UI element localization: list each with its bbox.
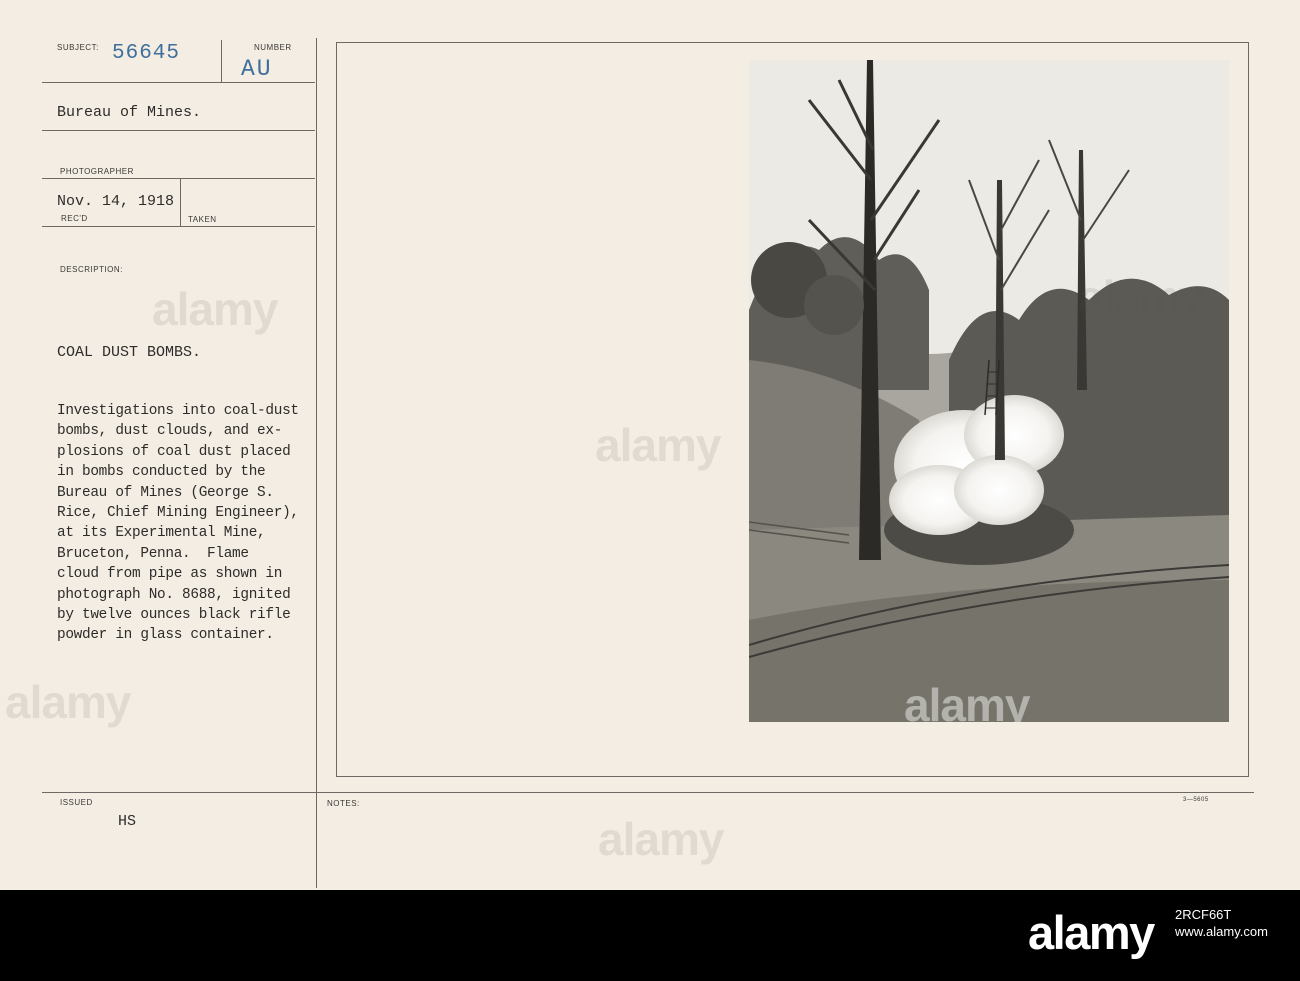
description-line: Investigations into coal-dust	[57, 403, 299, 419]
description-line: powder in glass container.	[57, 627, 274, 644]
explosion-photograph: alamy	[749, 60, 1229, 722]
description-line: Bureau of Mines (George S.	[57, 484, 274, 501]
subject-number: 56645	[112, 42, 181, 65]
divider	[42, 130, 315, 131]
site-url: www.alamy.com	[1175, 924, 1268, 939]
taken-label: TAKEN	[188, 215, 217, 224]
divider	[42, 82, 315, 83]
archive-card: SUBJECT: 56645 NUMBER AU Bureau of Mines…	[0, 0, 1300, 890]
received-date: Nov. 14, 1918	[57, 193, 175, 210]
watermark: alamy	[152, 283, 278, 335]
issued-value: HS	[118, 813, 137, 830]
description-line: Rice, Chief Mining Engineer),	[57, 505, 299, 522]
watermark: alamy	[598, 813, 724, 865]
recd-label: REC'D	[61, 214, 88, 223]
notes-label: NOTES:	[327, 799, 360, 808]
divider	[42, 226, 315, 227]
number-label: NUMBER	[254, 43, 292, 52]
photographer-label: PHOTOGRAPHER	[60, 167, 134, 176]
description-line: bombs, dust clouds, and ex-	[57, 423, 283, 440]
divider	[180, 179, 181, 226]
description-title: COAL DUST BOMBS.	[57, 344, 202, 361]
divider	[42, 178, 315, 179]
image-id: 2RCF66T	[1175, 907, 1232, 922]
description-line: Bruceton, Penna. Flame	[57, 545, 249, 562]
description-text: Investigations into coal-dust bombs, dust…	[57, 401, 299, 646]
description-label: DESCRIPTION:	[60, 265, 123, 274]
agency-name: Bureau of Mines.	[57, 104, 202, 121]
description-line: at its Experimental Mine,	[57, 525, 266, 542]
description-line: plosions of coal dust placed	[57, 443, 291, 460]
number-value: AU	[241, 56, 273, 82]
issued-label: ISSUED	[60, 798, 93, 807]
description-line: in bombs conducted by the	[57, 464, 266, 481]
photo-illustration	[749, 60, 1229, 722]
description-line: cloud from pipe as shown in	[57, 566, 283, 583]
watermark: alamy	[5, 676, 131, 728]
divider	[42, 792, 1254, 793]
subject-label: SUBJECT:	[57, 43, 99, 52]
brand-logo: alamy	[1028, 906, 1155, 959]
description-line: by twelve ounces black rifle	[57, 607, 291, 624]
footer-bar: alamy 2RCF66T www.alamy.com	[0, 890, 1300, 981]
divider	[221, 40, 222, 82]
divider	[316, 38, 317, 888]
image-info: 2RCF66T www.alamy.com	[1175, 906, 1268, 940]
form-number: 3—5605	[1183, 797, 1209, 803]
description-line: photograph No. 8688, ignited	[57, 586, 291, 603]
